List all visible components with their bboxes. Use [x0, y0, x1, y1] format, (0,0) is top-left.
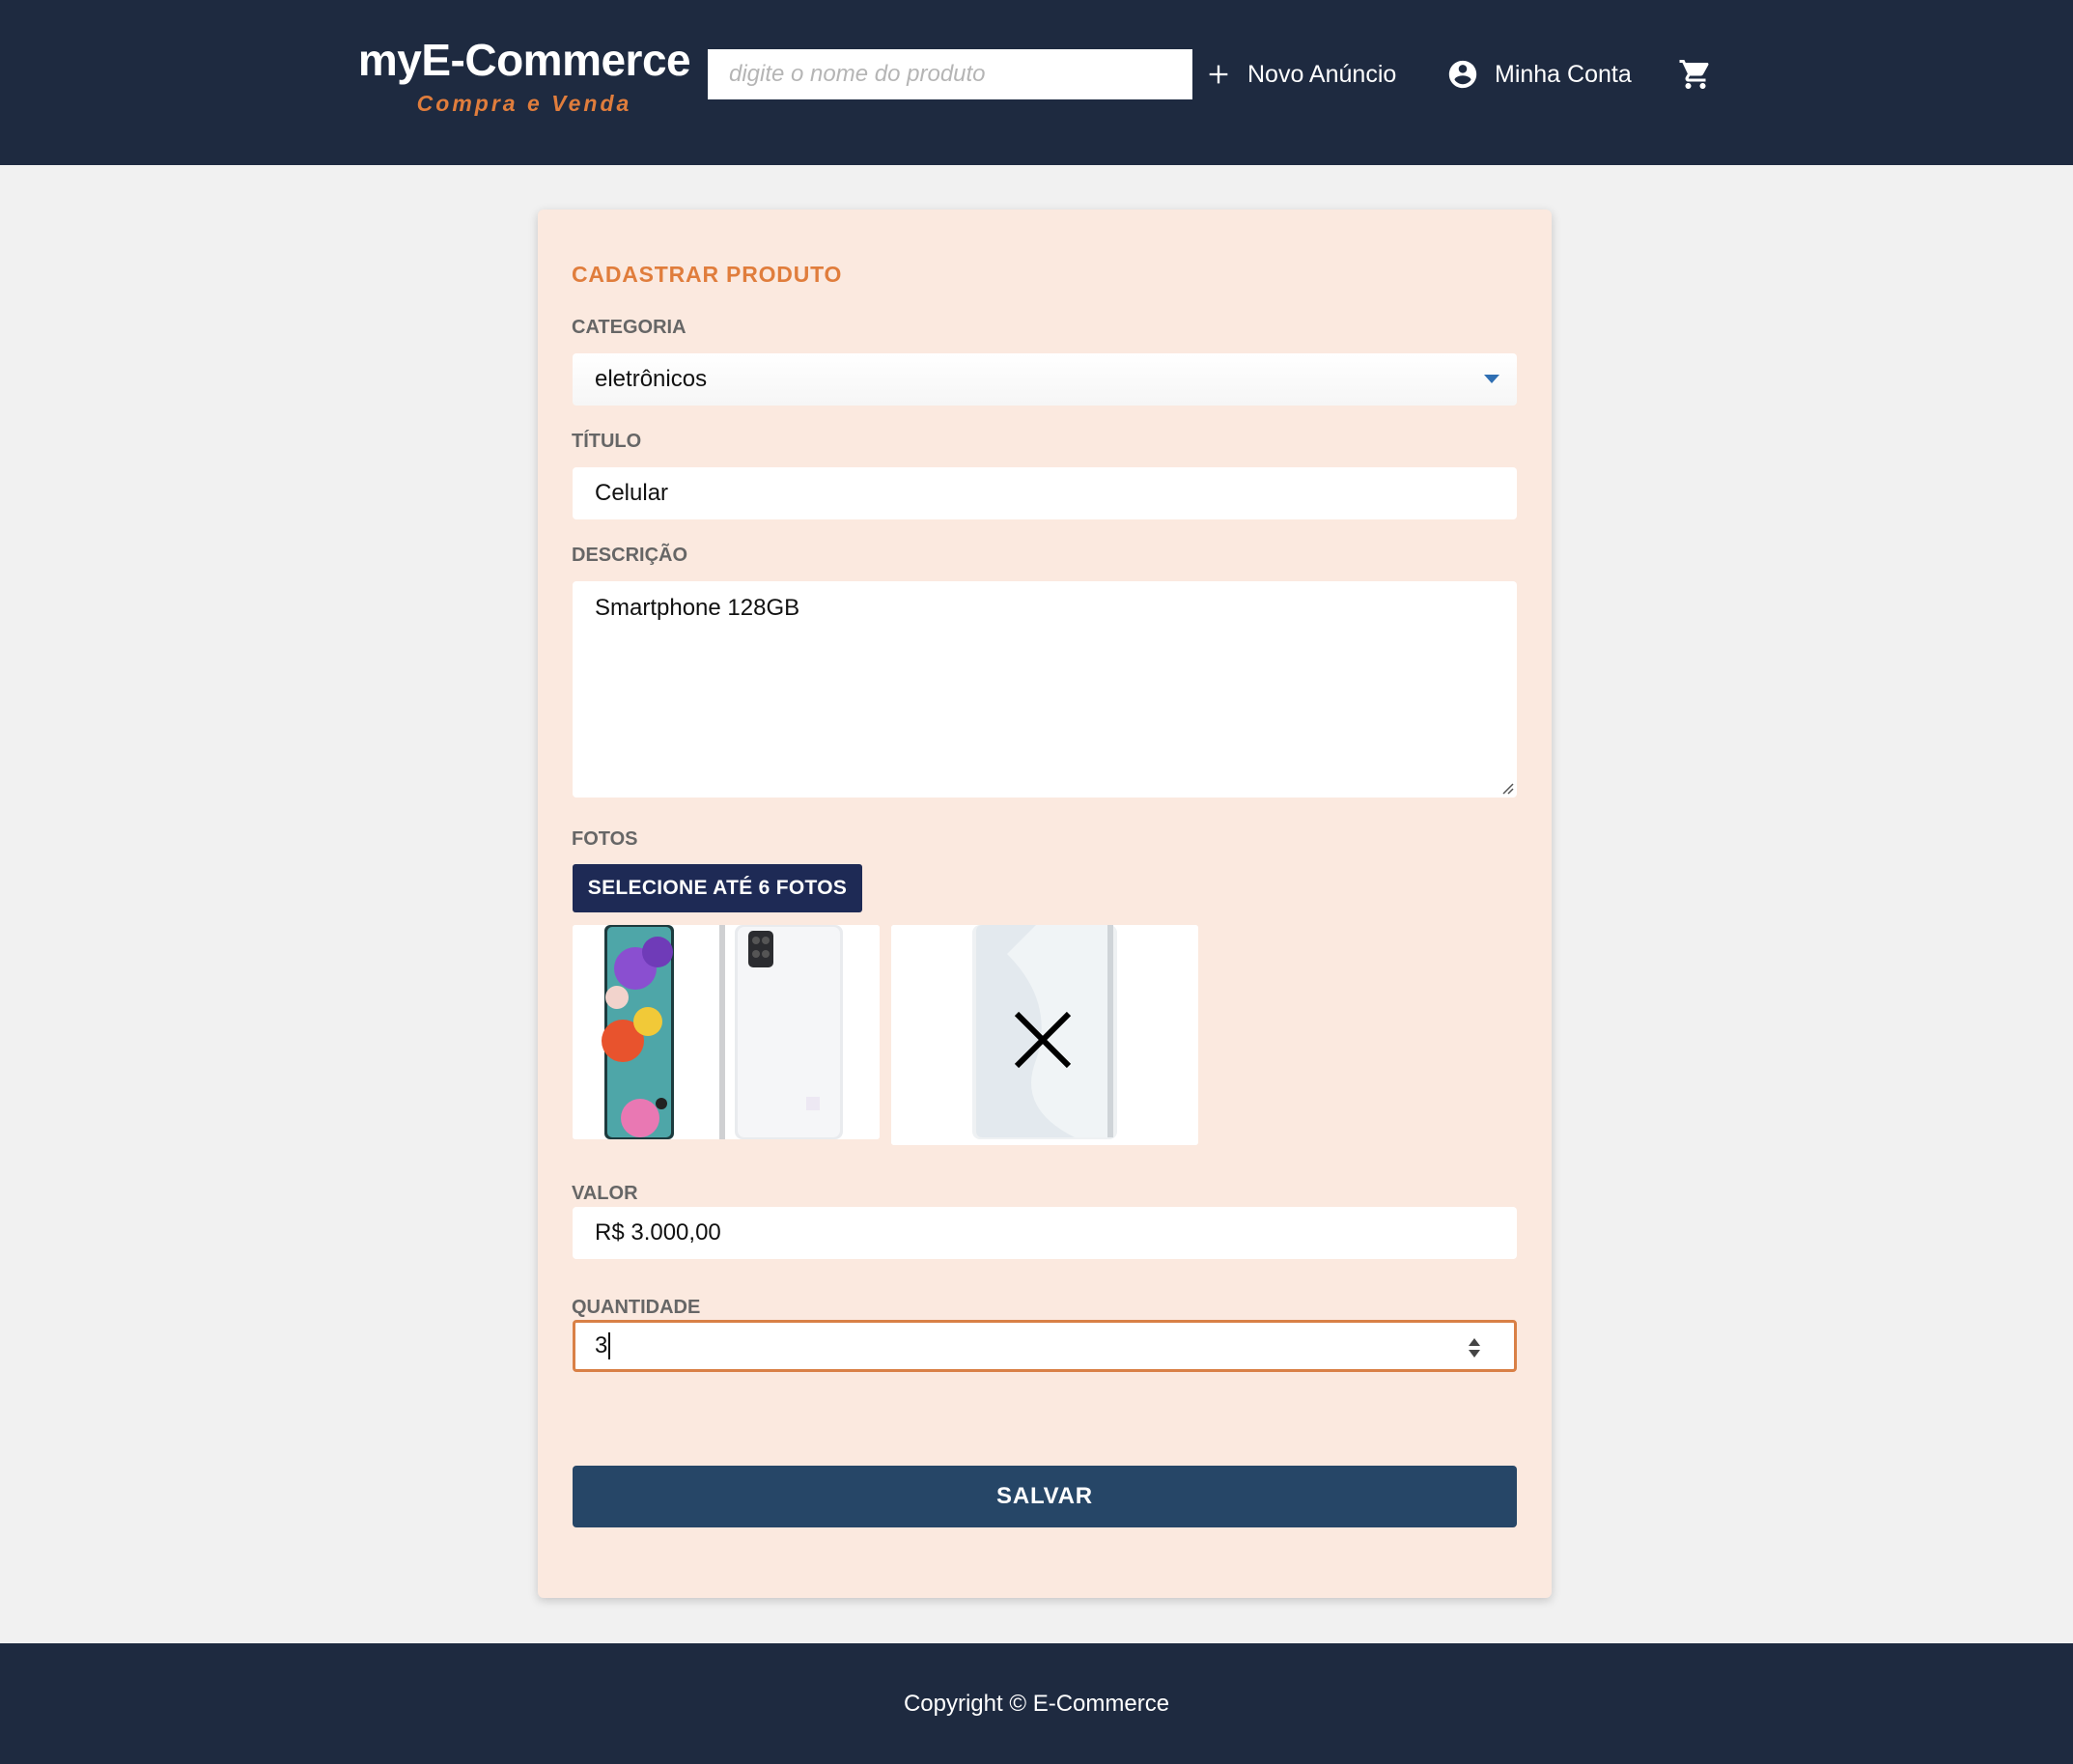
- close-icon[interactable]: [1013, 1010, 1073, 1070]
- search-input[interactable]: [708, 49, 1192, 99]
- cart-icon: [1679, 60, 1709, 89]
- plus-icon: [1209, 65, 1228, 84]
- photo-thumbnail-1[interactable]: [573, 925, 880, 1139]
- description-label: DESCRIÇÃO: [572, 545, 688, 566]
- chevron-down-icon: [1484, 375, 1499, 383]
- form-title: CADASTRAR PRODUTO: [572, 262, 843, 287]
- product-form-card: CADASTRAR PRODUTO CATEGORIA eletrônicos …: [538, 210, 1552, 1598]
- phone-front-back-photo: [573, 925, 880, 1139]
- title-value: Celular: [595, 480, 669, 506]
- description-textarea[interactable]: Smartphone 128GB: [573, 581, 1517, 798]
- quantity-value: 3: [595, 1332, 608, 1358]
- brand-title: myE-Commerce: [357, 35, 691, 85]
- account-label: Minha Conta: [1495, 60, 1632, 88]
- brand-logo[interactable]: myE-Commerce Compra e Venda: [357, 35, 691, 118]
- price-input[interactable]: R$ 3.000,00: [573, 1207, 1517, 1259]
- text-cursor: [608, 1332, 611, 1359]
- account-circle-icon: [1448, 60, 1477, 89]
- category-value: eletrônicos: [595, 366, 708, 392]
- title-input[interactable]: Celular: [573, 467, 1517, 519]
- new-listing-label: Novo Anúncio: [1247, 60, 1397, 88]
- price-label: VALOR: [572, 1183, 638, 1204]
- top-nav-bar: myE-Commerce Compra e Venda Novo Anúncio…: [0, 0, 2073, 165]
- new-listing-link[interactable]: Novo Anúncio: [1205, 50, 1396, 98]
- quantity-stepper[interactable]: 3: [573, 1320, 1517, 1372]
- title-label: TÍTULO: [572, 431, 642, 452]
- photos-label: FOTOS: [572, 828, 638, 850]
- category-label: CATEGORIA: [572, 317, 686, 338]
- footer: Copyright © E-Commerce: [0, 1643, 2073, 1764]
- description-value: Smartphone 128GB: [595, 595, 800, 621]
- save-button[interactable]: SALVAR: [573, 1466, 1517, 1527]
- category-select[interactable]: eletrônicos: [573, 353, 1517, 406]
- brand-subtitle: Compra e Venda: [416, 91, 632, 116]
- resize-handle-icon[interactable]: [1499, 779, 1514, 795]
- select-photos-button[interactable]: SELECIONE ATÉ 6 FOTOS: [573, 864, 862, 912]
- spinner-arrows-icon[interactable]: [1468, 1336, 1481, 1359]
- price-value: R$ 3.000,00: [595, 1219, 721, 1246]
- photo-thumbnail-2[interactable]: [891, 925, 1198, 1145]
- account-link[interactable]: Minha Conta: [1446, 50, 1632, 98]
- copyright-text: Copyright © E-Commerce: [903, 1690, 1170, 1717]
- cart-button[interactable]: [1675, 50, 1716, 98]
- quantity-label: QUANTIDADE: [572, 1297, 701, 1318]
